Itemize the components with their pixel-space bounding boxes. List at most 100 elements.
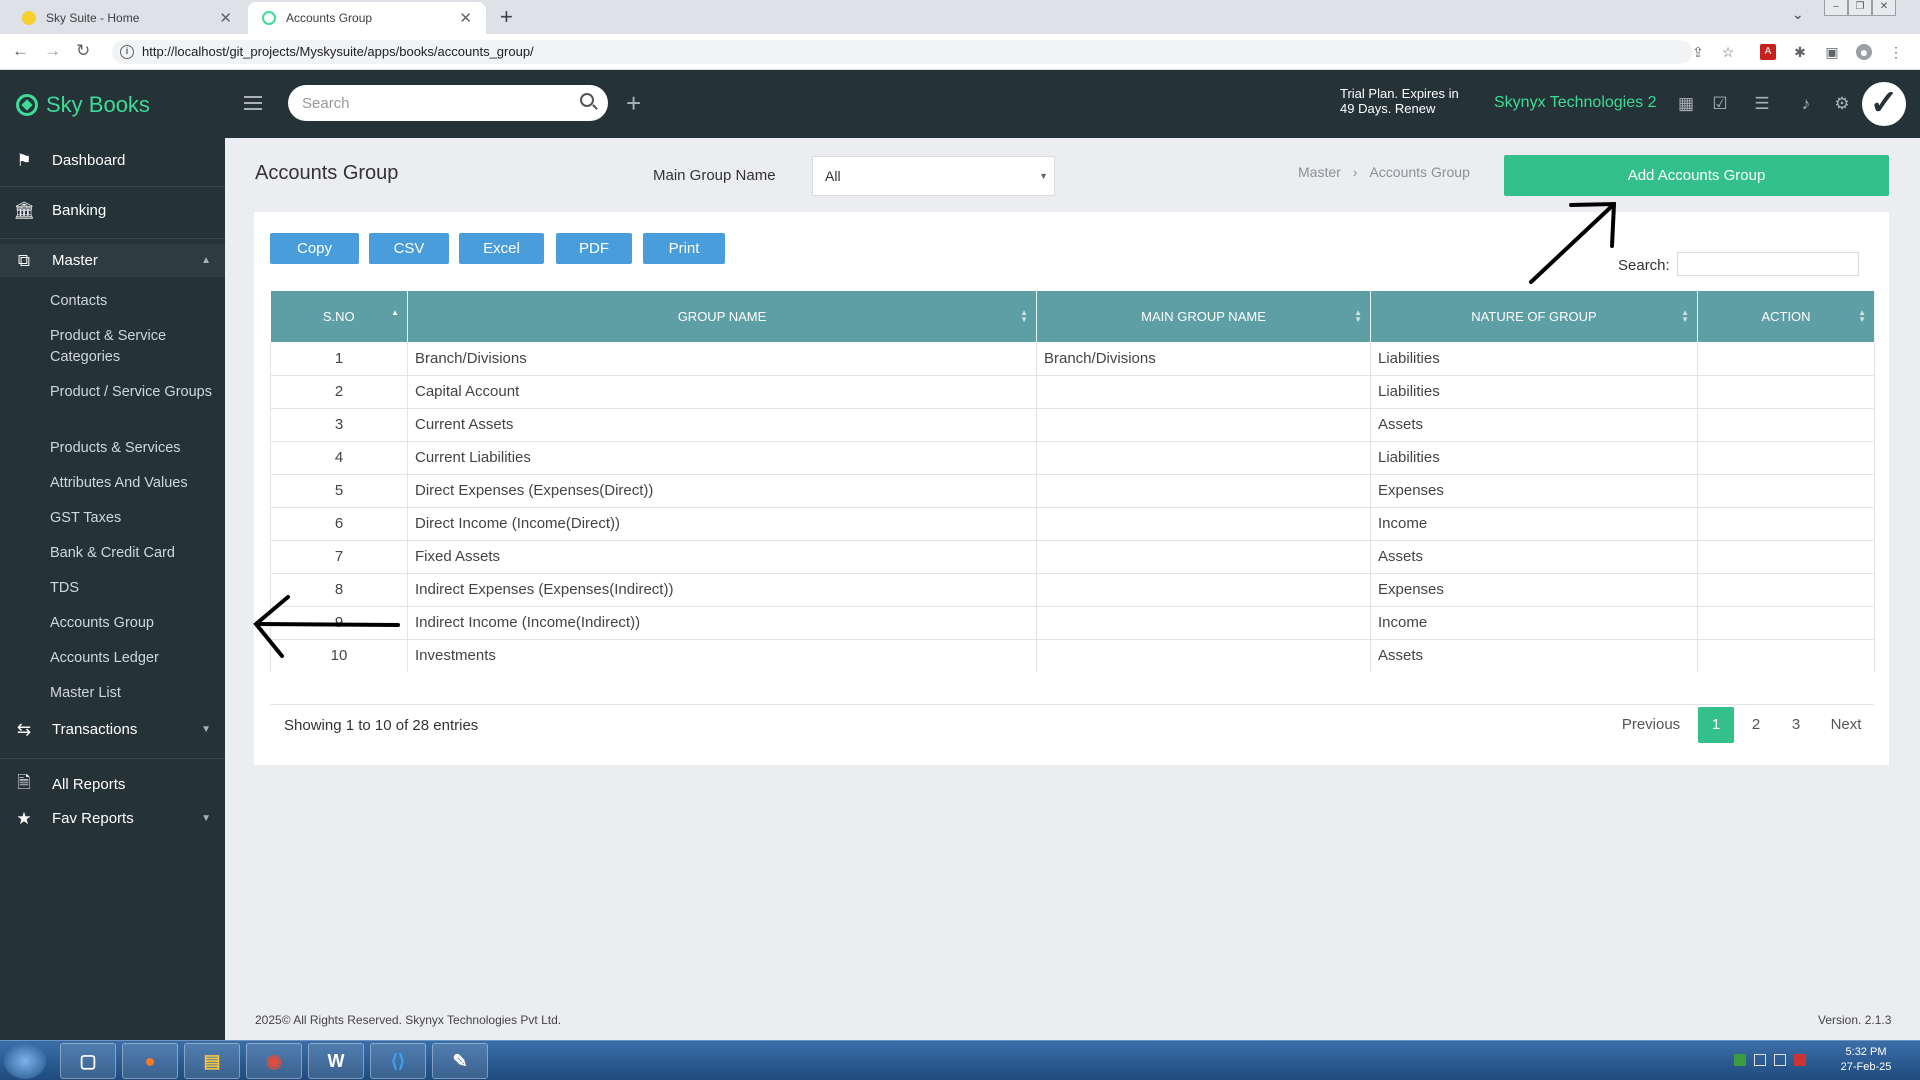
cell-action	[1697, 573, 1875, 607]
sidebar-item-fav-reports[interactable]: ★ Fav Reports ▼	[0, 802, 225, 835]
pdf-button[interactable]: PDF	[556, 233, 632, 264]
pagination-previous-button[interactable]: Previous	[1612, 707, 1690, 743]
cell-sno: 8	[270, 573, 408, 607]
browser-tab-home[interactable]: Sky Suite - Home ✕	[8, 2, 246, 34]
report-icon: 🗎	[17, 773, 31, 792]
user-avatar-check-icon[interactable]: ✓	[1862, 82, 1906, 126]
sidebar-subitem-attributes-values[interactable]: Attributes And Values	[50, 473, 220, 494]
taskbar-paint-icon[interactable]: ✎	[432, 1043, 488, 1079]
back-arrow-icon[interactable]: ←	[12, 41, 29, 61]
taskbar-chrome-icon[interactable]: ◉	[246, 1043, 302, 1079]
sidebar-subitem-bank-credit-card[interactable]: Bank & Credit Card	[50, 543, 220, 564]
breadcrumb-master[interactable]: Master	[1298, 164, 1341, 180]
chevron-down-icon: ▼	[201, 724, 211, 735]
sidebar-subitem-gst-taxes[interactable]: GST Taxes	[50, 508, 220, 529]
sidebar-subitem-products-services[interactable]: Products & Services	[50, 438, 220, 459]
share-icon[interactable]: ⇪	[1690, 44, 1706, 60]
sidebar-subitem-master-list[interactable]: Master List	[50, 683, 220, 704]
sidebar-item-banking[interactable]: 🏛 Banking	[0, 194, 225, 227]
table-search-input[interactable]	[1677, 252, 1859, 276]
sidebar-subitem-accounts-group[interactable]: Accounts Group	[50, 613, 220, 634]
cell-main-group-name	[1036, 507, 1371, 541]
table-row: 8 Indirect Expenses (Expenses(Indirect)) E…	[270, 573, 1875, 607]
tab-search-chevron-down-icon[interactable]: ⌄	[1792, 6, 1804, 23]
sidebar-item-all-reports[interactable]: 🗎 All Reports	[0, 768, 225, 801]
pagination-page-2[interactable]: 2	[1738, 707, 1774, 743]
taskbar-vscode-icon[interactable]: ⟨⟩	[370, 1043, 426, 1079]
pagination-next-button[interactable]: Next	[1820, 707, 1872, 743]
sidebar-item-transactions[interactable]: ⇆ Transactions ▼	[0, 713, 225, 746]
column-header-nature-of-group[interactable]: NATURE OF GROUP ▲ ▼	[1370, 291, 1698, 342]
side-panel-icon[interactable]: ▣	[1824, 44, 1840, 60]
url-field[interactable]: i http://localhost/git_projects/Myskysui…	[112, 40, 1692, 64]
tray-flag-icon[interactable]	[1794, 1054, 1806, 1066]
excel-button[interactable]: Excel	[459, 233, 544, 264]
chevron-down-icon: ▼	[1039, 171, 1048, 181]
taskbar-firefox-icon[interactable]: ●	[122, 1043, 178, 1079]
taskbar-app-window-icon[interactable]: ▢	[60, 1043, 116, 1079]
sidebar-subitem-product-service-groups[interactable]: Product / Service Groups	[50, 382, 220, 403]
tab-close-icon[interactable]: ✕	[219, 9, 232, 27]
column-header-main-group-name[interactable]: MAIN GROUP NAME ▲ ▼	[1036, 291, 1371, 342]
browser-menu-icon[interactable]: ⋮	[1888, 44, 1904, 60]
sidebar-subitem-tds[interactable]: TDS	[50, 578, 220, 599]
tab-title: Accounts Group	[286, 11, 373, 25]
window-restore-icon[interactable]: ❐	[1848, 0, 1872, 16]
extensions-puzzle-icon[interactable]: ✱	[1792, 44, 1808, 60]
new-tab-plus-icon[interactable]: +	[500, 4, 513, 30]
add-accounts-group-button[interactable]: Add Accounts Group	[1504, 155, 1889, 196]
column-header-action[interactable]: ACTION ▲ ▼	[1697, 291, 1875, 342]
sidebar-item-dashboard[interactable]: ⚑ Dashboard	[0, 144, 225, 177]
cell-group-name: Branch/Divisions	[407, 342, 1037, 376]
brand-logo[interactable]: Sky Books	[16, 92, 150, 118]
list-icon[interactable]: ☰	[1752, 94, 1772, 114]
taskbar-file-explorer-icon[interactable]: ▤	[184, 1043, 240, 1079]
site-info-icon[interactable]: i	[120, 45, 134, 59]
footer-copyright: 2025© All Rights Reserved. Skynyx Techno…	[255, 1013, 562, 1027]
cell-sno: 2	[270, 375, 408, 409]
bookmark-star-icon[interactable]: ☆	[1720, 44, 1736, 60]
window-minimize-icon[interactable]: –	[1824, 0, 1848, 16]
browser-tab-accounts-group[interactable]: Accounts Group ✕	[248, 2, 486, 34]
pdf-extension-icon[interactable]: A	[1760, 44, 1776, 60]
pagination-page-3[interactable]: 3	[1778, 707, 1814, 743]
main-group-select[interactable]: All ▼	[812, 156, 1055, 196]
global-search-input[interactable]	[288, 85, 608, 121]
sidebar-subitem-accounts-ledger[interactable]: Accounts Ledger	[50, 648, 220, 669]
start-button-windows-icon[interactable]	[4, 1043, 46, 1079]
print-button[interactable]: Print	[643, 233, 725, 264]
pagination-page-1[interactable]: 1	[1698, 707, 1734, 743]
tray-app-icon[interactable]	[1734, 1054, 1746, 1066]
taskbar-word-icon[interactable]: W	[308, 1043, 364, 1079]
cell-main-group-name	[1036, 408, 1371, 442]
accounts-group-card: Copy CSV Excel PDF Print Search: S.NO ▲ G…	[254, 212, 1889, 765]
column-header-group-name[interactable]: GROUP NAME ▲ ▼	[407, 291, 1037, 342]
profile-icon[interactable]: ●	[1856, 44, 1872, 60]
cell-group-name: Current Liabilities	[407, 441, 1037, 475]
tray-network-icon[interactable]	[1774, 1054, 1786, 1066]
entries-info: Showing 1 to 10 of 28 entries	[284, 717, 479, 734]
settings-gear-icon[interactable]: ⚙	[1832, 94, 1852, 114]
tab-close-icon[interactable]: ✕	[459, 9, 472, 27]
column-header-sno[interactable]: S.NO ▲	[270, 291, 408, 342]
tasks-check-icon[interactable]: ☑	[1710, 94, 1730, 114]
brand-name: Sky Books	[46, 92, 150, 117]
copy-button[interactable]: Copy	[270, 233, 359, 264]
csv-button[interactable]: CSV	[369, 233, 449, 264]
cell-group-name: Fixed Assets	[407, 540, 1037, 574]
notification-bell-icon[interactable]: ♪	[1796, 94, 1816, 114]
forward-arrow-icon[interactable]: →	[44, 41, 61, 61]
tray-volume-icon[interactable]	[1754, 1054, 1766, 1066]
search-icon[interactable]	[580, 93, 594, 107]
sidebar-item-master[interactable]: ⧉ Master ▲	[0, 244, 225, 277]
trial-plan-notice[interactable]: Trial Plan. Expires in 49 Days. Renew	[1340, 86, 1460, 116]
sidebar-subitem-contacts[interactable]: Contacts	[50, 291, 220, 312]
company-name[interactable]: Skynyx Technologies 2	[1494, 94, 1656, 112]
menu-toggle-icon[interactable]	[244, 96, 262, 110]
window-close-icon[interactable]: ✕	[1872, 0, 1896, 16]
sidebar-subitem-product-service-categories[interactable]: Product & Service Categories	[50, 326, 220, 368]
reload-icon[interactable]: ↻	[76, 41, 90, 61]
quick-add-plus-icon[interactable]: +	[626, 88, 641, 119]
tray-clock[interactable]: 5:32 PM 27-Feb-25	[1836, 1045, 1896, 1075]
apps-grid-icon[interactable]: ▦	[1676, 94, 1696, 114]
